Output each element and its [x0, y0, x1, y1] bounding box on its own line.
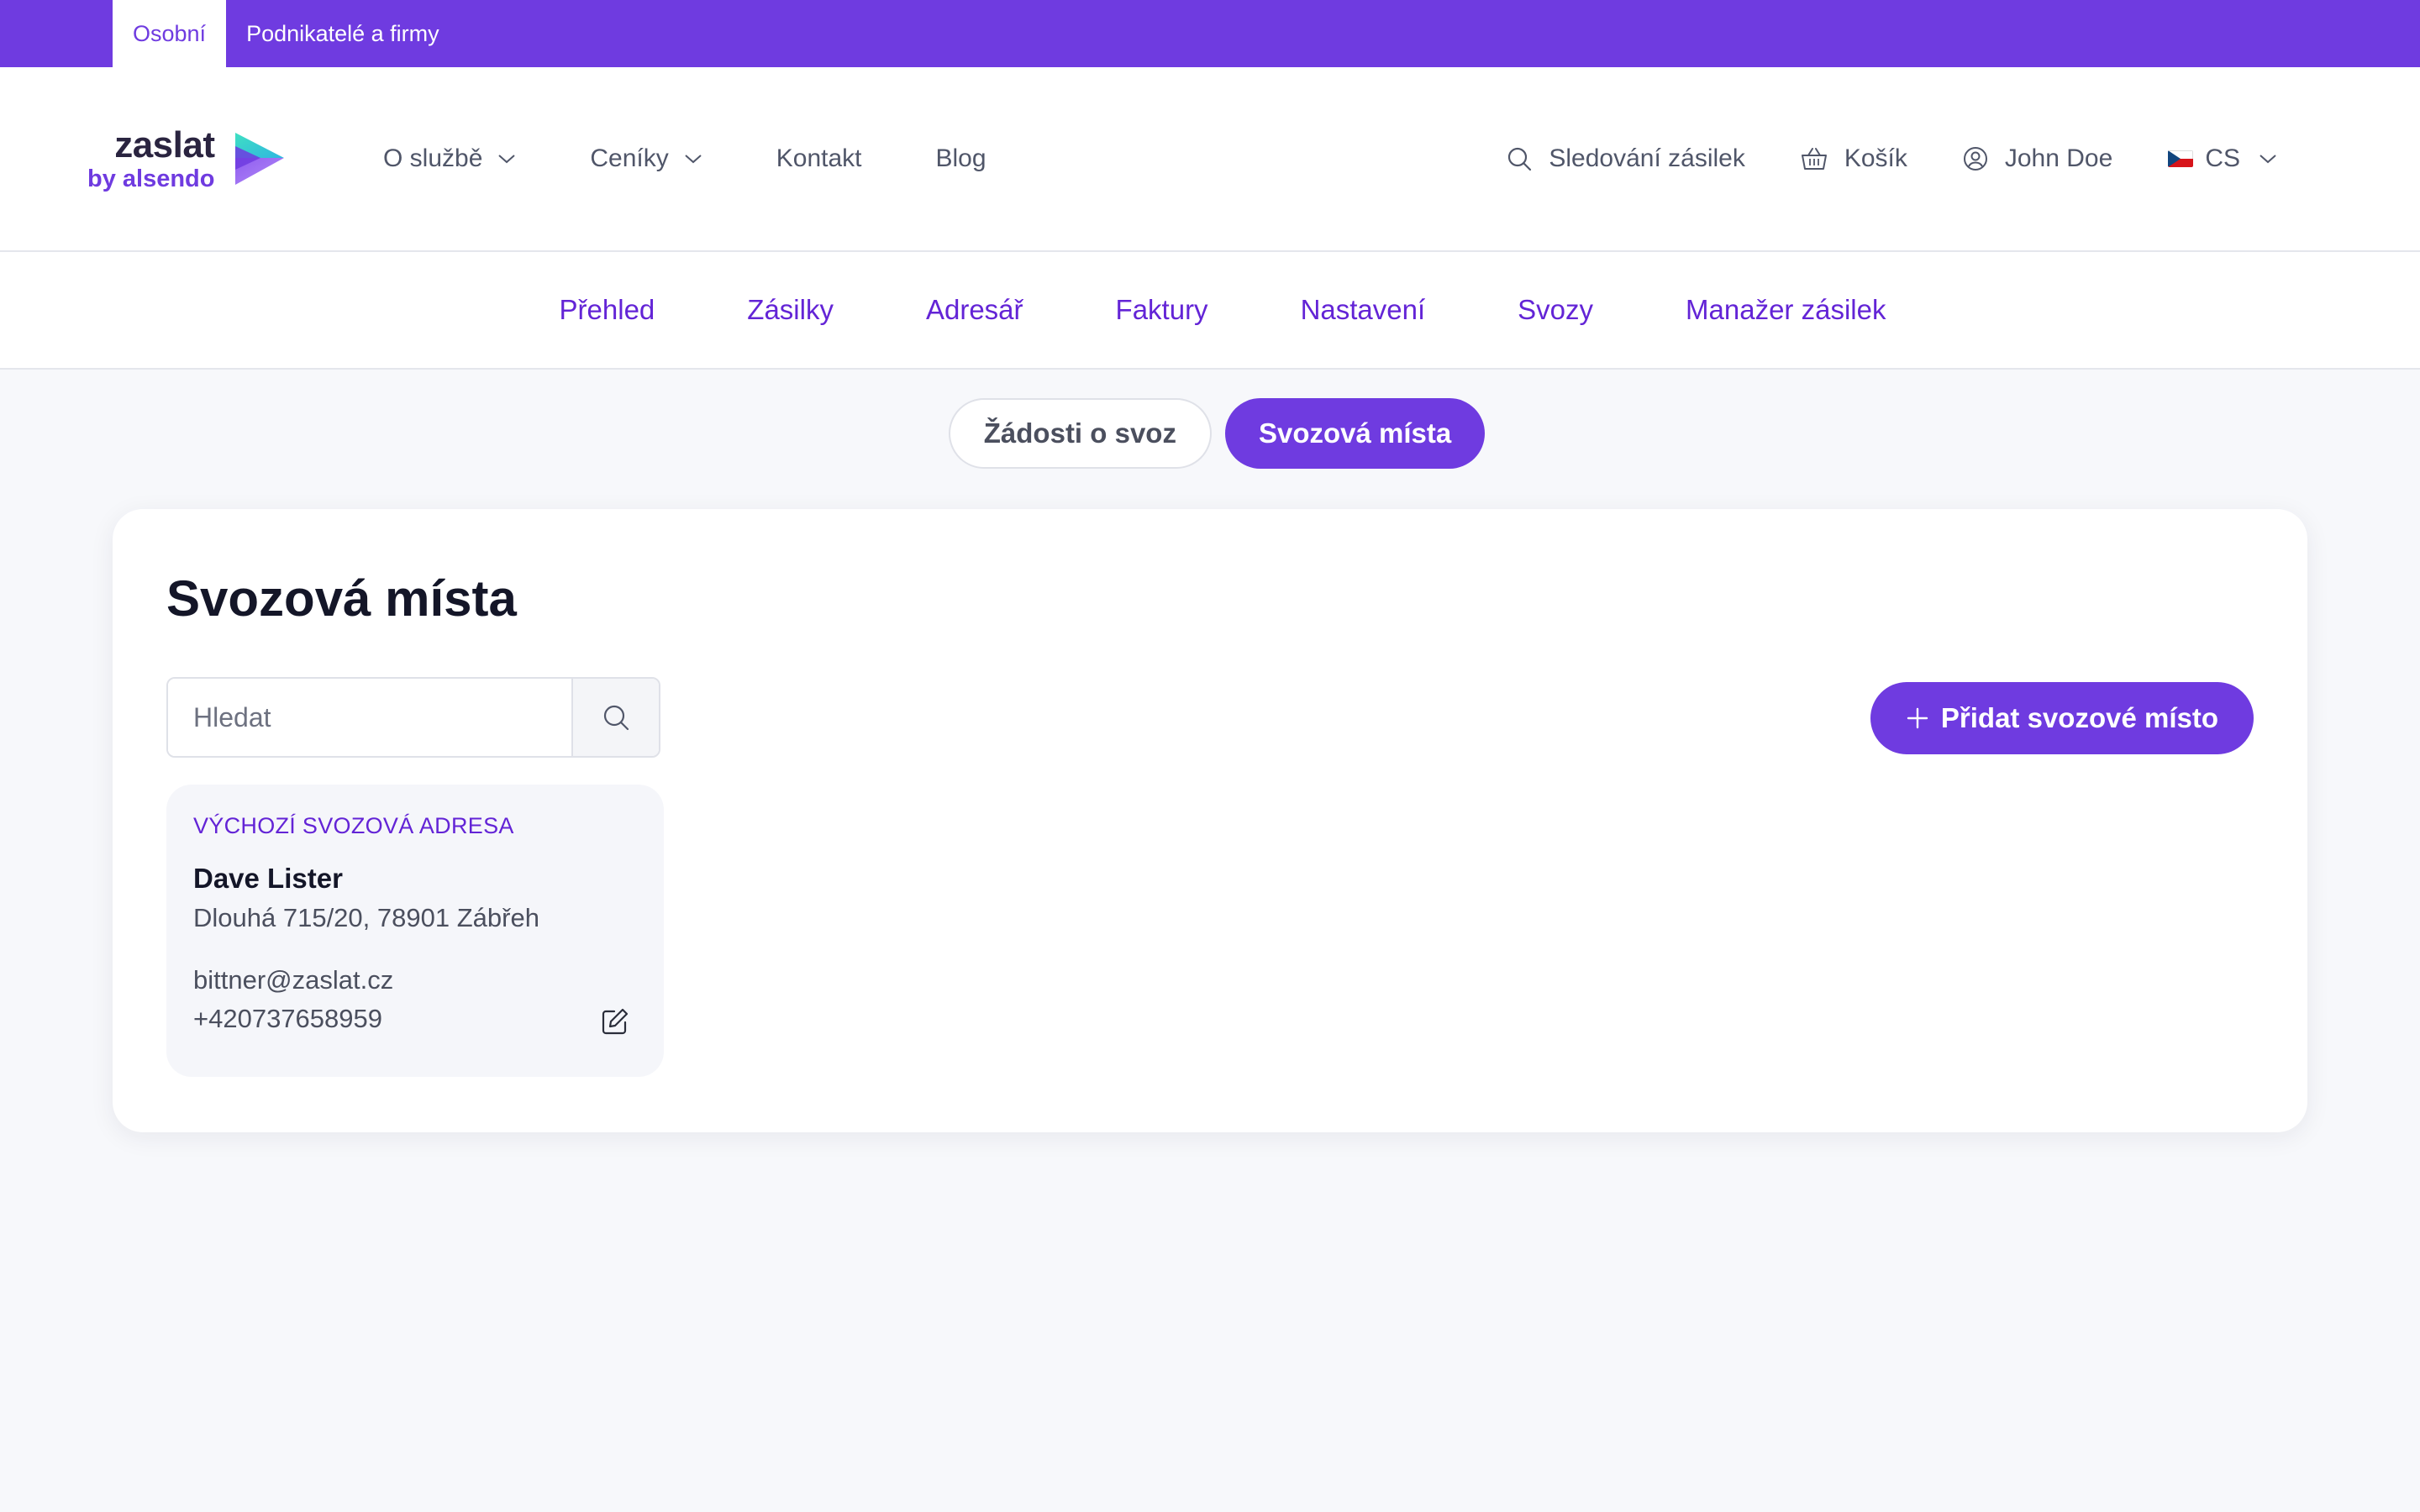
edit-icon — [602, 1008, 629, 1035]
utility-nav: Sledování zásilek Košík John Doe CS — [1451, 144, 2294, 173]
chevron-down-icon — [498, 155, 516, 164]
cart-label: Košík — [1844, 144, 1907, 172]
logo[interactable]: zaslat by alsendo — [87, 123, 297, 192]
street-address: Dlouhá 715/20, 78901 Zábřeh — [193, 903, 539, 932]
nav-about[interactable]: O službě — [383, 144, 516, 173]
logo-play-icon — [234, 133, 284, 185]
nav-pricing-label: Ceníky — [590, 144, 669, 172]
logo-name: zaslat — [114, 123, 215, 165]
add-pickup-place-label: Přidat svozové místo — [1940, 702, 2218, 733]
nav-pricing[interactable]: Ceníky — [590, 144, 702, 173]
tab-address-book[interactable]: Adresář — [926, 294, 1023, 326]
nav-blog[interactable]: Blog — [936, 144, 986, 173]
search-icon — [603, 705, 629, 731]
basket-icon — [1801, 148, 1827, 170]
tab-overview[interactable]: Přehled — [560, 294, 655, 326]
tab-shipments[interactable]: Zásilky — [747, 294, 834, 326]
search-icon — [1508, 147, 1532, 171]
tab-pickups[interactable]: Svozy — [1518, 294, 1593, 326]
pickup-requests-button[interactable]: Žádosti o svoz — [948, 398, 1212, 469]
edit-address-button[interactable] — [598, 1005, 632, 1038]
language-selector[interactable]: CS — [2168, 144, 2294, 173]
search-button[interactable] — [571, 679, 659, 756]
tracking-link[interactable]: Sledování zásilek — [1507, 144, 1745, 173]
audience-switcher: Osobní Podnikatelé a firmy — [0, 0, 2420, 67]
nav-about-label: O službě — [383, 144, 483, 172]
user-name: John Doe — [2004, 144, 2113, 172]
chevron-down-icon — [2260, 155, 2276, 164]
chevron-down-icon — [685, 155, 702, 164]
pickup-toggle: Žádosti o svoz Svozová místa — [0, 398, 2420, 469]
tab-shipment-manager[interactable]: Manažer zásilek — [1686, 294, 1886, 326]
user-icon — [1963, 147, 1987, 171]
segment-business[interactable]: Podnikatelé a firmy — [226, 0, 460, 67]
logo-tagline: by alsendo — [87, 165, 215, 192]
pickup-places-card: Svozová místa Přidat svozové místo VÝCHO… — [113, 509, 2307, 1132]
address-card: VÝCHOZÍ SVOZOVÁ ADRESA Dave Lister Dlouh… — [166, 785, 664, 1077]
czech-flag-icon — [2168, 150, 2194, 167]
account-nav: Přehled Zásilky Adresář Faktury Nastaven… — [0, 252, 2420, 370]
plus-icon — [1907, 707, 1928, 729]
nav-contact[interactable]: Kontakt — [776, 144, 862, 173]
user-menu[interactable]: John Doe — [1963, 144, 2112, 173]
search-input[interactable] — [168, 679, 571, 756]
add-pickup-place-button[interactable]: Přidat svozové místo — [1870, 682, 2254, 754]
site-header: zaslat by alsendo O službě Ceníky Kontak… — [0, 67, 2420, 252]
contact-name: Dave Lister — [193, 863, 343, 894]
cart-link[interactable]: Košík — [1801, 144, 1907, 173]
contact-email: bittner@zaslat.cz — [193, 965, 394, 995]
contact-phone: +420737658959 — [193, 1004, 382, 1033]
tracking-label: Sledování zásilek — [1549, 144, 1745, 172]
main-nav: O službě Ceníky Kontakt Blog — [383, 144, 1060, 173]
pickup-places-button[interactable]: Svozová místa — [1224, 398, 1486, 469]
page-title: Svozová místa — [166, 570, 517, 627]
search-box — [166, 677, 660, 758]
tab-invoices[interactable]: Faktury — [1116, 294, 1208, 326]
tab-settings[interactable]: Nastavení — [1301, 294, 1426, 326]
default-address-label: VÝCHOZÍ SVOZOVÁ ADRESA — [193, 813, 514, 838]
language-code: CS — [2205, 144, 2240, 172]
segment-personal[interactable]: Osobní — [113, 0, 227, 67]
